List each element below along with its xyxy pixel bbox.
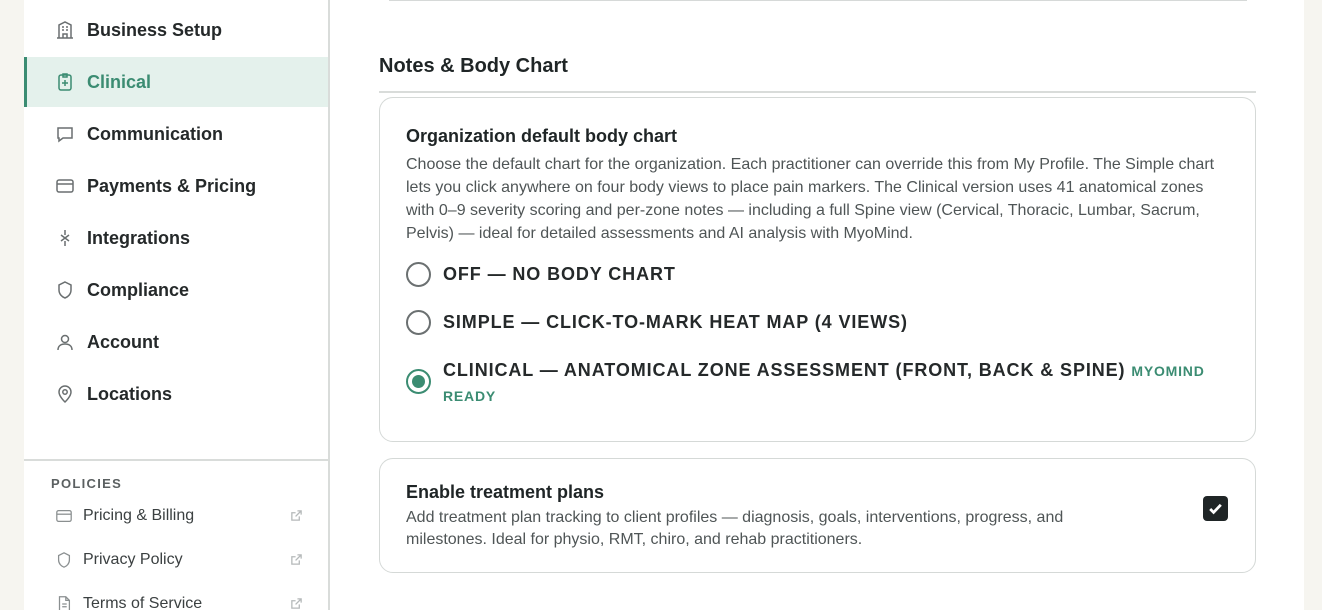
sidebar-item-label: Compliance [87,279,190,300]
user-icon [54,331,76,353]
section-title: Notes & Body Chart [379,55,568,77]
body-chart-card: Organization default body chart Choose t… [379,97,1256,442]
external-link-icon [290,597,304,610]
building-icon [54,19,76,41]
sidebar-item-label: Integrations [87,227,191,248]
radio-label: CLINICAL — ANATOMICAL ZONE ASSESSMENT (F… [443,358,1233,408]
radio-option-clinical[interactable]: CLINICAL — ANATOMICAL ZONE ASSESSMENT (F… [406,358,1233,408]
sidebar-item-label: Clinical [87,71,152,92]
map-pin-icon [54,383,76,405]
shield-icon [54,550,74,570]
checkmark-icon [1209,503,1222,515]
main-content: Notes & Body Chart Organization default … [330,0,1304,610]
sidebar-item-locations[interactable]: Locations [24,369,328,419]
sidebar-item-integrations[interactable]: Integrations [24,213,328,263]
clipboard-plus-icon [54,71,76,93]
policy-link-label: Pricing & Billing [83,507,195,524]
card-description: Add treatment plan tracking to client pr… [406,509,1064,548]
sidebar-item-label: Communication [87,123,224,144]
radio-option-simple[interactable]: SIMPLE — CLICK-TO-MARK HEAT MAP (4 VIEWS… [406,310,908,335]
external-link-icon [290,509,304,523]
card-title: Organization default body chart [406,126,678,146]
policy-link-pricing-billing[interactable]: Pricing & Billing [54,504,304,528]
radio-label-text: CLINICAL — ANATOMICAL ZONE ASSESSMENT (F… [443,360,1126,380]
policy-link-label: Terms of Service [83,595,203,610]
radio-option-off[interactable]: OFF — NO BODY CHART [406,262,676,287]
settings-nav: Business Setup Clinical Communication Pa… [24,5,328,421]
document-icon [54,594,74,610]
enable-treatment-plans-checkbox[interactable] [1203,496,1228,521]
plug-icon [54,227,76,249]
policy-link-terms-of-service[interactable]: Terms of Service [54,592,304,610]
divider [389,0,1247,1]
policy-link-label: Privacy Policy [83,551,183,568]
radio-button[interactable] [406,310,431,335]
treatment-plans-card: Enable treatment plans Add treatment pla… [379,458,1256,573]
card-title: Enable treatment plans [406,482,605,502]
card-description: Choose the default chart for the organiz… [406,156,1215,242]
sidebar-item-clinical[interactable]: Clinical [24,57,328,107]
sidebar-item-label: Locations [87,383,173,404]
shield-icon [54,279,76,301]
policies-title: POLICIES [51,476,123,491]
radio-label: OFF — NO BODY CHART [443,264,676,284]
radio-button[interactable] [406,262,431,287]
sidebar-item-compliance[interactable]: Compliance [24,265,328,315]
credit-card-icon [54,175,76,197]
chat-bubble-icon [54,123,76,145]
credit-card-icon [54,506,74,526]
external-link-icon [290,553,304,567]
radio-label: SIMPLE — CLICK-TO-MARK HEAT MAP (4 VIEWS… [443,312,908,332]
sidebar-item-label: Payments & Pricing [87,175,257,196]
divider [379,91,1256,93]
sidebar-item-communication[interactable]: Communication [24,109,328,159]
policies-section: POLICIES Pricing & Billing Privacy Polic… [24,459,328,610]
sidebar-item-label: Business Setup [87,19,223,40]
sidebar: Business Setup Clinical Communication Pa… [24,0,330,610]
sidebar-item-business-setup[interactable]: Business Setup [24,5,328,55]
sidebar-item-label: Account [87,331,159,352]
sidebar-item-account[interactable]: Account [24,317,328,367]
sidebar-item-payments-pricing[interactable]: Payments & Pricing [24,161,328,211]
radio-button-selected[interactable] [406,369,431,394]
policy-link-privacy-policy[interactable]: Privacy Policy [54,548,304,572]
